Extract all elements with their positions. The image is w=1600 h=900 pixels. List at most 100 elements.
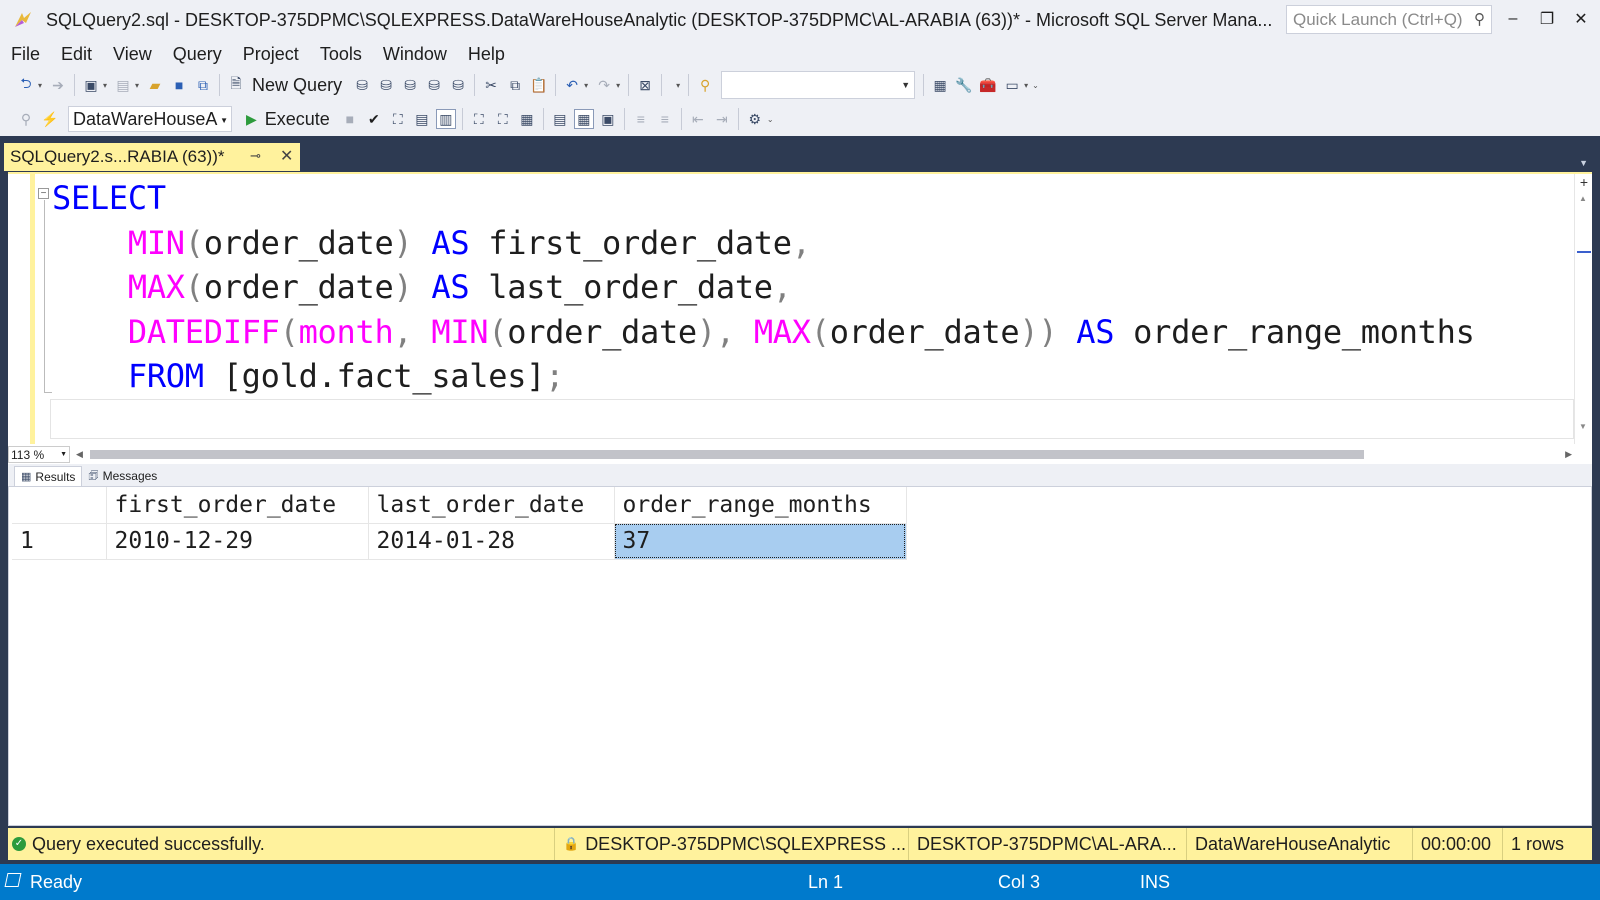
include-actual-plan-icon[interactable]: ⛶ (469, 109, 489, 129)
connect-icon[interactable]: ⚲ (16, 109, 36, 129)
row-number[interactable]: 1 (12, 523, 107, 560)
client-statistics-icon[interactable]: ▦ (517, 109, 537, 129)
menu-tools[interactable]: Tools (313, 44, 369, 65)
tab-sqlquery2[interactable]: SQLQuery2.s...RABIA (63))* ⊸ ✕ (4, 143, 300, 171)
toolbar-overflow-icon[interactable]: ⌄ (767, 115, 774, 124)
analysis-mdx-query-icon[interactable]: ⛁ (376, 75, 396, 95)
properties-wrench-icon[interactable]: 🔧 (954, 75, 974, 95)
save-icon[interactable]: ■ (169, 75, 189, 95)
editor-horizontal-scrollbar[interactable]: ◀ ▶ (74, 446, 1574, 463)
undo-icon[interactable]: ↶ (562, 75, 582, 95)
restore-button[interactable]: ❐ (1532, 6, 1562, 32)
close-tab-icon[interactable]: ✕ (280, 146, 293, 166)
analysis-xmla-query-icon[interactable]: ⛁ (424, 75, 444, 95)
menu-file[interactable]: File (4, 44, 47, 65)
uncomment-icon[interactable]: ≡ (655, 109, 675, 129)
decrease-indent-icon[interactable]: ⇤ (688, 109, 708, 129)
back-icon[interactable]: ⮌ (16, 75, 36, 95)
toolbox-icon[interactable]: 🧰 (978, 75, 998, 95)
code-line[interactable]: MAX(order_date) AS last_order_date, (52, 265, 1475, 310)
menu-help[interactable]: Help (461, 44, 512, 65)
zoom-selector[interactable]: 113 % ▼ (8, 446, 70, 463)
cancel-query-icon[interactable]: ■ (340, 109, 360, 129)
column-header[interactable]: first_order_date (106, 487, 369, 524)
forward-icon[interactable]: ➔ (48, 75, 68, 95)
change-connection-icon[interactable]: ⚡ (40, 109, 60, 129)
copy-icon[interactable]: ⧉ (505, 75, 525, 95)
column-header[interactable]: last_order_date (368, 487, 615, 524)
menu-query[interactable]: Query (166, 44, 229, 65)
estimated-plan-icon[interactable]: ⛶ (388, 109, 408, 129)
analysis-dax-query-icon[interactable]: ⛁ (448, 75, 468, 95)
column-header[interactable]: order_range_months (614, 487, 907, 524)
add-item-dropdown-icon[interactable]: ▾ (135, 81, 139, 90)
results-to-grid-icon[interactable]: ▦ (573, 109, 594, 129)
table-cell[interactable]: 2010-12-29 (106, 523, 369, 560)
menu-window[interactable]: Window (376, 44, 454, 65)
database-engine-query-icon[interactable]: ⛁ (352, 75, 372, 95)
undo-dropdown-icon[interactable]: ▾ (584, 81, 588, 90)
comment-out-icon[interactable]: ≡ (631, 109, 651, 129)
scroll-thumb[interactable] (90, 450, 1364, 459)
menu-edit[interactable]: Edit (54, 44, 99, 65)
results-to-text-icon[interactable]: ▤ (550, 109, 570, 129)
query-designer-icon[interactable]: ▤ (412, 109, 432, 129)
cut-icon[interactable]: ✂ (481, 75, 501, 95)
pin-icon[interactable]: ⊸ (250, 148, 261, 164)
table-cell[interactable]: 2014-01-28 (368, 523, 615, 560)
table-cell-selected[interactable]: 37 (614, 523, 907, 560)
database-name: DataWareHouseAnalytic (1195, 833, 1391, 854)
scroll-up-icon[interactable]: ▲ (1579, 194, 1587, 203)
scroll-left-icon[interactable]: ◀ (76, 449, 83, 460)
minimize-button[interactable]: – (1498, 6, 1528, 32)
new-query-button[interactable]: New Query (252, 75, 342, 96)
back-dropdown-icon[interactable]: ▾ (38, 81, 42, 90)
activity-monitor-icon[interactable]: ⊠ (635, 75, 655, 95)
specify-template-values-icon[interactable]: ⚙ (745, 109, 765, 129)
live-query-stats-icon[interactable]: ⛶ (493, 109, 513, 129)
menu-project[interactable]: Project (236, 44, 306, 65)
split-icon[interactable]: + (1577, 175, 1591, 190)
object-explorer-icon[interactable]: ▦ (930, 75, 950, 95)
tab-overflow-icon[interactable]: ▼ (1579, 158, 1588, 168)
sql-code[interactable]: SELECT MIN(order_date) AS first_order_da… (52, 176, 1475, 399)
code-line[interactable]: DATEDIFF(month, MIN(order_date), MAX(ord… (52, 310, 1475, 355)
increase-indent-icon[interactable]: ⇥ (712, 109, 732, 129)
execute-button[interactable]: ▶ Execute (246, 109, 330, 130)
editor-vertical-scrollbar[interactable]: + ▲ ▼ (1574, 174, 1592, 444)
command-window-dropdown-icon[interactable]: ▾ (1024, 81, 1028, 90)
results-to-file-icon[interactable]: ▣ (598, 109, 618, 129)
scroll-down-icon[interactable]: ▼ (1579, 422, 1587, 431)
tab-results[interactable]: ▦ Results (14, 466, 83, 486)
redo-dropdown-icon[interactable]: ▾ (616, 81, 620, 90)
collapse-icon[interactable]: − (38, 188, 49, 199)
tab-messages[interactable]: 🗊 Messages (82, 466, 163, 486)
intellisense-icon[interactable]: ▥ (435, 109, 456, 129)
parse-checkmark-icon[interactable]: ✔ (364, 109, 384, 129)
new-project-icon[interactable]: ▣ (81, 75, 101, 95)
find-combo[interactable]: ▼ (721, 71, 916, 99)
code-line[interactable]: MIN(order_date) AS first_order_date, (52, 221, 1475, 266)
close-window-button[interactable]: ✕ (1566, 6, 1596, 32)
open-file-icon[interactable]: ▰ (145, 75, 165, 95)
quick-launch-input[interactable]: Quick Launch (Ctrl+Q) ⚲ (1286, 5, 1492, 34)
new-project-dropdown-icon[interactable]: ▾ (103, 81, 107, 90)
paste-icon[interactable]: 📋 (529, 75, 549, 95)
scroll-right-icon[interactable]: ▶ (1565, 449, 1572, 460)
redo-icon[interactable]: ↷ (594, 75, 614, 95)
query-editor[interactable]: − SELECT MIN(order_date) AS first_order_… (8, 172, 1592, 446)
code-line[interactable]: SELECT (52, 176, 1475, 221)
analysis-dmx-query-icon[interactable]: ⛁ (400, 75, 420, 95)
solution-config-dropdown-icon[interactable]: ▾ (676, 81, 680, 90)
menu-view[interactable]: View (106, 44, 159, 65)
code-line[interactable]: FROM [gold.fact_sales]; (52, 354, 1475, 399)
status-column: Col 3 (998, 872, 1041, 892)
database-selector[interactable]: DataWareHouseA ▼ (68, 106, 232, 132)
row-number-header[interactable] (12, 487, 107, 524)
new-query-icon[interactable]: 🗎 (226, 75, 246, 95)
add-item-icon[interactable]: ▤ (113, 75, 133, 95)
find-in-files-icon[interactable]: ⚲ (695, 75, 715, 95)
save-all-icon[interactable]: ⧉ (193, 75, 213, 95)
command-window-icon[interactable]: ▭ (1002, 75, 1022, 95)
toolbar-overflow-icon[interactable]: ⌄ (1032, 81, 1039, 90)
